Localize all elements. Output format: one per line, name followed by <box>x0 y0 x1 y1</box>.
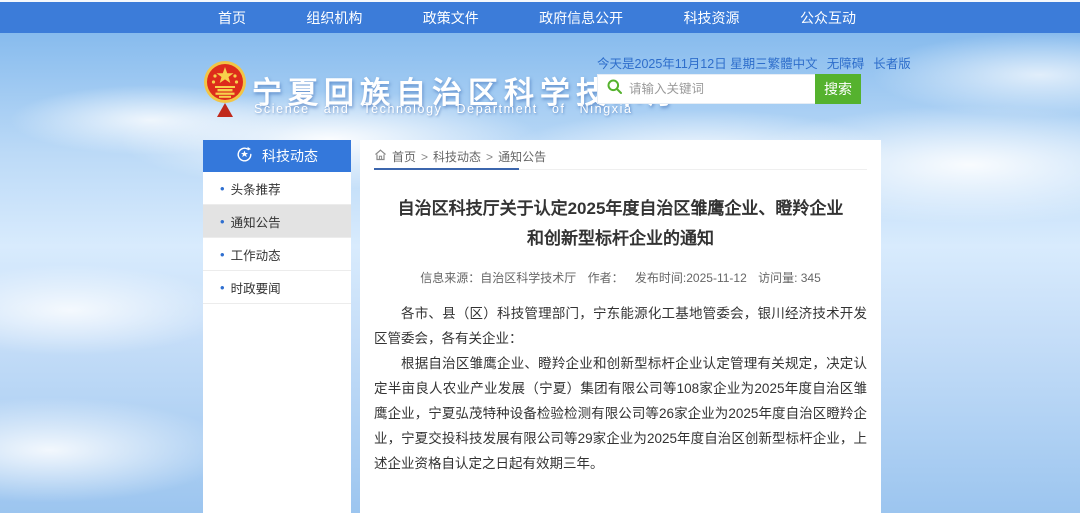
top-strip <box>0 0 1080 2</box>
header-utility-row: 今天是2025年11月12日 星期三 繁體中文 无障碍 长者版 <box>597 53 873 72</box>
nav-item-policy-documents[interactable]: 政策文件 <box>417 8 485 28</box>
sidebar-item-label: 头条推荐 <box>231 179 281 198</box>
search-bar: 搜索 <box>597 74 861 104</box>
link-traditional-chinese[interactable]: 繁體中文 <box>768 53 818 72</box>
article-body: 各市、县（区）科技管理部门，宁东能源化工基地管委会，银川经济技术开发区管委会，各… <box>374 301 867 476</box>
sidebar-item-work-updates[interactable]: • 工作动态 <box>203 238 351 271</box>
sidebar: 科技动态 • 头条推荐 • 通知公告 • 工作动态 • 时政要闻 <box>203 140 351 513</box>
national-emblem-logo <box>204 59 246 119</box>
meta-publish-date: 发布时间:2025-11-12 <box>635 271 747 285</box>
nav-item-public-interaction[interactable]: 公众互动 <box>794 8 862 28</box>
meta-source: 信息来源：自治区科学技术厅 <box>420 271 576 285</box>
home-icon <box>374 149 387 164</box>
sidebar-item-label: 时政要闻 <box>231 278 281 297</box>
nav-item-organization[interactable]: 组织机构 <box>300 8 368 28</box>
link-accessibility[interactable]: 无障碍 <box>827 53 865 72</box>
sidebar-item-headline-recommend[interactable]: • 头条推荐 <box>203 172 351 205</box>
nav-item-sci-tech-resources[interactable]: 科技资源 <box>678 8 746 28</box>
sidebar-item-label: 通知公告 <box>231 212 281 231</box>
article-title: 自治区科技厅关于认定2025年度自治区雏鹰企业、瞪羚企业 和创新型标杆企业的通知 <box>374 194 867 254</box>
bullet-icon: • <box>220 215 225 228</box>
sci-tech-news-icon <box>236 146 253 166</box>
article-meta: 信息来源：自治区科学技术厅 作者： 发布时间:2025-11-12 访问量: 3… <box>374 269 867 286</box>
nav-item-gov-info-disclosure[interactable]: 政府信息公开 <box>533 8 629 28</box>
article-title-line1: 自治区科技厅关于认定2025年度自治区雏鹰企业、瞪羚企业 <box>374 194 867 224</box>
breadcrumb-divider <box>374 168 867 170</box>
bullet-icon: • <box>220 248 225 261</box>
top-nav-items: 首页 组织机构 政策文件 政府信息公开 科技资源 公众互动 <box>212 2 862 33</box>
article-paragraph: 各市、县（区）科技管理部门，宁东能源化工基地管委会，银川经济技术开发区管委会，各… <box>374 301 867 351</box>
article-paragraph: 根据自治区雏鹰企业、瞪羚企业和创新型标杆企业认定管理有关规定，决定认定半亩良人农… <box>374 351 867 476</box>
article-title-line2: 和创新型标杆企业的通知 <box>374 224 867 254</box>
current-date-text: 今天是2025年11月12日 星期三 <box>597 53 768 72</box>
breadcrumb-sci-tech-news[interactable]: 科技动态 <box>433 148 481 165</box>
nav-item-home[interactable]: 首页 <box>212 8 252 28</box>
search-button[interactable]: 搜索 <box>815 74 861 104</box>
search-input[interactable] <box>629 75 815 103</box>
top-nav-bar: 首页 组织机构 政策文件 政府信息公开 科技资源 公众互动 <box>0 2 1080 33</box>
search-icon <box>607 79 622 99</box>
breadcrumb-notices[interactable]: 通知公告 <box>498 148 546 165</box>
link-elder-version[interactable]: 长者版 <box>873 53 911 72</box>
sidebar-header: 科技动态 <box>203 140 351 172</box>
sidebar-item-notices[interactable]: • 通知公告 <box>203 205 351 238</box>
sidebar-item-political-news[interactable]: • 时政要闻 <box>203 271 351 304</box>
sidebar-title: 科技动态 <box>262 146 318 166</box>
sidebar-item-label: 工作动态 <box>231 245 281 264</box>
bullet-icon: • <box>220 182 225 195</box>
bullet-icon: • <box>220 281 225 294</box>
meta-views: 访问量: 345 <box>758 271 821 285</box>
content-panel: 首页 > 科技动态 > 通知公告 自治区科技厅关于认定2025年度自治区雏鹰企业… <box>360 140 881 513</box>
breadcrumb-separator: > <box>486 150 493 164</box>
site-subtitle: Science and Technology Department of Nin… <box>254 102 633 116</box>
meta-author: 作者： <box>588 271 624 285</box>
breadcrumb-home[interactable]: 首页 <box>392 148 416 165</box>
breadcrumb: 首页 > 科技动态 > 通知公告 <box>374 140 867 164</box>
breadcrumb-separator: > <box>421 150 428 164</box>
